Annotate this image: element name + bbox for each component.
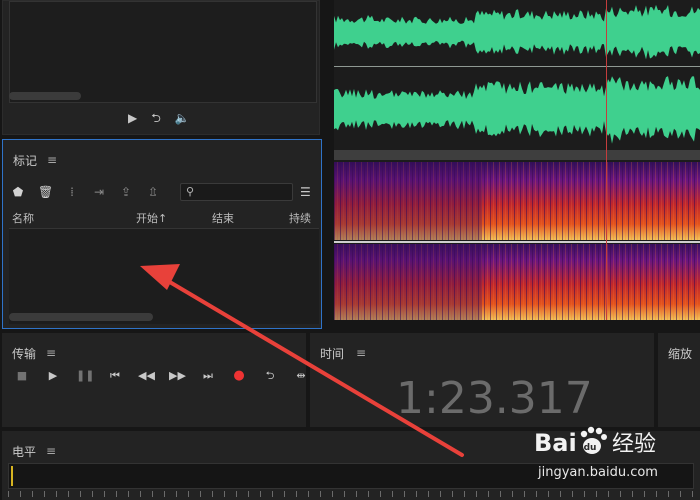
batch-icon[interactable]: ⇫ (146, 185, 160, 199)
zoom-panel-title: 缩放 (668, 347, 693, 361)
markers-toolbar: ⬟ 🗑 ⁞ ⇥ ⇪ ⇫ (11, 185, 160, 199)
media-scrollbar[interactable] (9, 92, 81, 100)
export-range-icon[interactable]: ⇪ (119, 185, 133, 199)
level-meter-scale (8, 491, 694, 497)
record-icon[interactable]: ● (231, 369, 247, 383)
waveform-channel-right (334, 76, 700, 144)
rewind-icon[interactable]: ◀◀ (138, 369, 155, 383)
time-panel: 时间 ≡ 1:23.317 (310, 333, 654, 427)
level-meter-peak (11, 466, 13, 486)
watermark-url: jingyan.baidu.com (538, 465, 658, 480)
stop-icon[interactable]: ■ (14, 369, 30, 383)
transport-panel: 传输 ≡ ■ ▶ ❚❚ ⏮ ◀◀ ▶▶ ⏭ ● ⮌ ⇹ (2, 333, 306, 427)
waveform-editor[interactable] (334, 0, 700, 320)
play-icon[interactable]: ▶ (45, 369, 61, 383)
waveform-spectrogram (334, 4, 700, 320)
markers-panel-title: 标记 (13, 154, 38, 168)
transport-panel-menu-icon[interactable]: ≡ (46, 346, 56, 360)
level-panel-title: 电平 (12, 445, 37, 459)
channel-separator (334, 66, 700, 67)
waveform-channel-left (334, 4, 700, 60)
merge-icon[interactable]: ⁞ (65, 185, 79, 199)
waveform-shape (334, 4, 700, 60)
loop-icon[interactable]: ⮌ (262, 369, 278, 383)
spectrogram-dark-section (334, 162, 482, 240)
transport-panel-title: 传输 (12, 347, 37, 361)
skip-back-icon[interactable]: ⏮ (107, 369, 123, 383)
markers-search-input[interactable]: ⚲ (180, 183, 293, 201)
markers-scrollbar[interactable] (9, 313, 153, 321)
media-preview-area (9, 1, 317, 103)
time-panel-title: 时间 (320, 347, 345, 361)
skip-silence-icon[interactable]: ⇹ (293, 369, 309, 383)
search-icon: ⚲ (186, 185, 195, 198)
sort-ascending-icon: ↑ (158, 212, 168, 225)
markers-panel-menu-icon[interactable]: ≡ (47, 153, 57, 167)
spectrogram-channel-separator (334, 241, 700, 243)
skip-forward-icon[interactable]: ⏭ (200, 369, 216, 383)
media-controls: ▶ ⮌ 🔈 (128, 111, 190, 125)
level-panel-menu-icon[interactable]: ≡ (46, 444, 56, 458)
transport-buttons: ■ ▶ ❚❚ ⏮ ◀◀ ▶▶ ⏭ ● ⮌ ⇹ (14, 369, 309, 383)
current-time-display: 1:23.317 (396, 373, 593, 424)
column-header-start-label: 开始 (136, 212, 158, 225)
play-icon[interactable]: ▶ (128, 111, 137, 125)
column-header-name[interactable]: 名称 (12, 210, 34, 226)
list-options-icon[interactable]: ☰ (300, 185, 311, 199)
time-panel-menu-icon[interactable]: ≡ (356, 346, 366, 360)
spectrogram-dark-section-2 (334, 244, 482, 320)
column-header-start[interactable]: 开始↑ (136, 210, 167, 226)
insert-playlist-icon[interactable]: ⇥ (92, 185, 106, 199)
svg-text:Bai: Bai (534, 429, 577, 457)
media-preview-panel: ▶ ⮌ 🔈 (2, 0, 320, 135)
waveform-spectrogram-divider[interactable] (334, 150, 700, 160)
baidu-watermark: Bai du 经验 jingyan.baidu.com (528, 420, 694, 488)
markers-panel: 标记 ≡ ⬟ 🗑 ⁞ ⇥ ⇪ ⇫ ⚲ ☰ 名称 开始↑ 结束 持续时 (2, 139, 322, 329)
fast-forward-icon[interactable]: ▶▶ (169, 369, 186, 383)
waveform-shape (334, 76, 700, 144)
pause-icon[interactable]: ❚❚ (76, 369, 94, 383)
svg-text:du: du (584, 443, 597, 453)
baidu-logo: Bai du 经验 (534, 426, 656, 457)
trash-icon[interactable]: 🗑 (38, 185, 53, 199)
zoom-panel: 缩放 (658, 333, 700, 427)
column-header-end[interactable]: 结束 (212, 210, 234, 226)
loop-icon[interactable]: ⮌ (151, 111, 161, 125)
playhead-cursor[interactable] (606, 0, 607, 320)
markers-list[interactable] (9, 228, 319, 324)
marker-icon[interactable]: ⬟ (11, 185, 25, 199)
svg-text:经验: 经验 (612, 432, 656, 457)
volume-icon[interactable]: 🔈 (175, 111, 190, 125)
